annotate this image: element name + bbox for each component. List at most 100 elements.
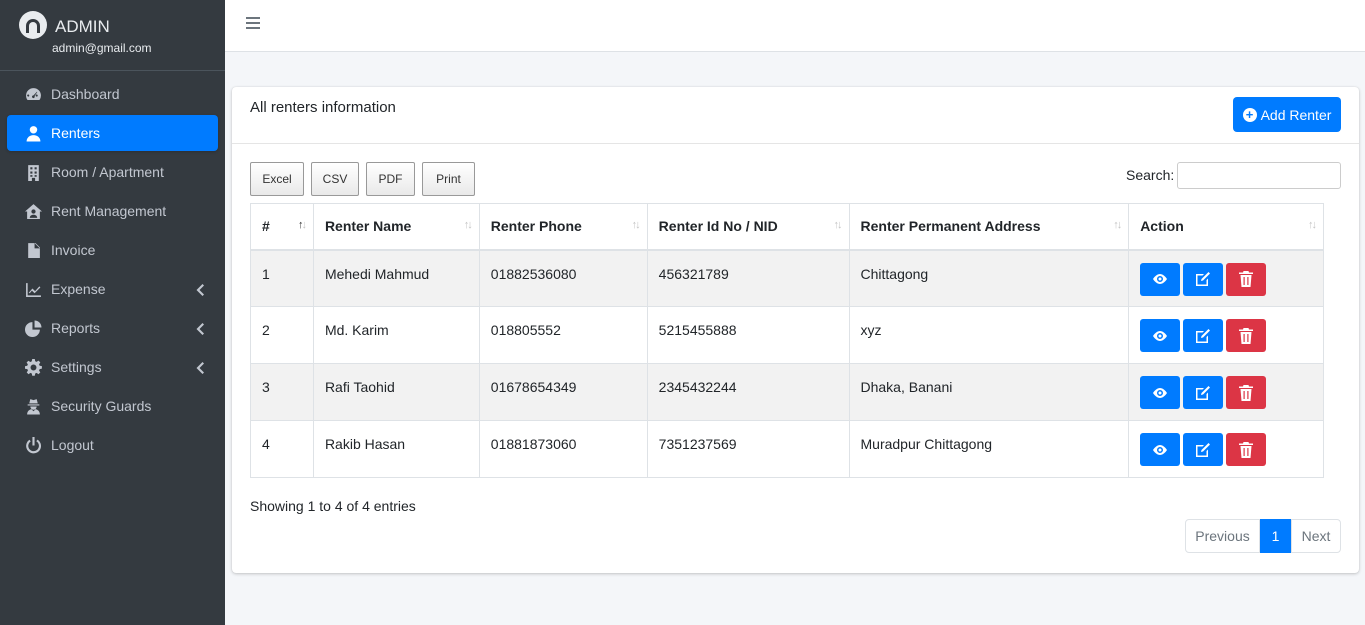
pagination: Previous 1 Next [1185, 519, 1341, 553]
edit-button[interactable] [1183, 319, 1224, 352]
add-renter-button[interactable]: + Add Renter [1233, 97, 1341, 132]
column-header-nid[interactable]: Renter Id No / NID ↑↓ [646, 203, 850, 251]
power-icon [24, 436, 42, 454]
column-header-number[interactable]: # ↑↓ [250, 203, 314, 251]
table-row: 3 Rafi Taohid 01678654349 2345432244 Dha… [250, 363, 1324, 421]
sidebar-nav: Dashboard Renters Room / Apartment Rent … [7, 76, 218, 466]
sidebar-item-label: Dashboard [51, 86, 120, 102]
avatar [19, 11, 47, 39]
cell-nid: 2345432244 [646, 363, 850, 421]
sidebar-item-expense[interactable]: Expense [7, 271, 218, 307]
cell-name: Md. Karim [312, 306, 480, 364]
sidebar-item-reports[interactable]: Reports [7, 310, 218, 346]
edit-button[interactable] [1183, 262, 1224, 296]
sidebar-item-label: Invoice [51, 242, 96, 258]
sidebar-item-renters[interactable]: Renters [7, 115, 218, 151]
view-button[interactable] [1140, 319, 1181, 352]
table-row: 1 Mehedi Mahmud 01882536080 456321789 Ch… [250, 249, 1324, 307]
chevron-left-icon [196, 361, 204, 374]
plus-circle-icon: + [1242, 107, 1257, 122]
column-header-action[interactable]: Action ↑↓ [1128, 203, 1324, 251]
sort-icon: ↑↓ [463, 219, 473, 231]
sidebar-item-label: Reports [51, 320, 101, 336]
sidebar-item-security-guards[interactable]: Security Guards [7, 388, 218, 424]
cell-phone: 01882536080 [478, 249, 648, 307]
csv-button[interactable]: CSV [311, 162, 359, 196]
trash-icon [1239, 384, 1254, 401]
cell-actions [1128, 249, 1324, 307]
next-page-button[interactable]: Next [1291, 519, 1341, 553]
chart-pie-icon [24, 319, 42, 337]
sort-icon: ↑↓ [1113, 219, 1122, 231]
user-secret-icon [24, 397, 42, 415]
sort-icon: ↑↓ [833, 219, 843, 231]
eye-icon [1153, 330, 1168, 341]
view-button[interactable] [1140, 376, 1181, 409]
sidebar-item-dashboard[interactable]: Dashboard [7, 76, 218, 112]
excel-button[interactable]: Excel [250, 162, 304, 196]
cell-actions [1128, 420, 1324, 478]
cell-number: 1 [250, 249, 314, 307]
file-invoice-icon [24, 241, 42, 259]
table-header-row: # ↑↓ Renter Name ↑↓ Renter Phone ↑↓ Renter … [250, 203, 1324, 251]
hamburger-menu-icon[interactable] [246, 17, 260, 31]
view-button[interactable] [1140, 262, 1181, 296]
renters-table: # ↑↓ Renter Name ↑↓ Renter Phone ↑↓ Renter … [250, 203, 1324, 478]
page-1-button[interactable]: 1 [1260, 519, 1291, 553]
chevron-left-icon [196, 322, 204, 335]
cell-actions [1128, 363, 1324, 421]
sidebar-item-label: Rent Management [51, 203, 167, 219]
gear-icon [24, 358, 42, 376]
trash-icon [1239, 271, 1254, 287]
cell-address: Dhaka, Banani [848, 363, 1130, 421]
edit-icon [1196, 385, 1211, 400]
top-navbar [225, 0, 1365, 52]
sidebar-item-invoice[interactable]: Invoice [7, 232, 218, 268]
card-header: All renters information + Add Renter [232, 87, 1359, 144]
cell-address: xyz [848, 306, 1130, 364]
edit-button[interactable] [1183, 376, 1224, 409]
user-name: ADMIN [55, 17, 110, 36]
cell-number: 3 [250, 363, 314, 421]
edit-icon [1196, 272, 1211, 286]
delete-button[interactable] [1226, 319, 1267, 352]
cell-name: Rafi Taohid [312, 363, 480, 421]
cell-number: 2 [250, 306, 314, 364]
edit-icon [1196, 328, 1211, 343]
cell-address: Chittagong [848, 249, 1130, 307]
sidebar-item-rent-management[interactable]: Rent Management [7, 193, 218, 229]
column-header-address[interactable]: Renter Permanent Address ↑↓ [848, 203, 1130, 251]
sidebar-item-settings[interactable]: Settings [7, 349, 218, 385]
cell-phone: 018805552 [478, 306, 648, 364]
sort-asc-icon: ↑↓ [297, 219, 307, 231]
sort-icon: ↑↓ [631, 219, 641, 231]
delete-button[interactable] [1226, 433, 1267, 466]
sidebar-item-label: Room / Apartment [51, 164, 164, 180]
eye-icon [1153, 444, 1168, 455]
edit-icon [1196, 442, 1211, 457]
cell-name: Mehedi Mahmud [312, 249, 480, 307]
trash-icon [1239, 441, 1254, 458]
chevron-left-icon [196, 283, 204, 296]
edit-button[interactable] [1183, 433, 1224, 466]
sidebar-item-logout[interactable]: Logout [7, 427, 218, 463]
search-input[interactable] [1177, 162, 1341, 189]
cell-phone: 01881873060 [478, 420, 648, 478]
view-button[interactable] [1140, 433, 1181, 466]
cell-name: Rakib Hasan [312, 420, 480, 478]
delete-button[interactable] [1226, 262, 1267, 296]
table-row: 4 Rakib Hasan 01881873060 7351237569 Mur… [250, 420, 1324, 478]
tachometer-icon [24, 85, 42, 103]
sidebar-item-label: Security Guards [51, 398, 152, 414]
sidebar: ADMIN admin@gmail.com Dashboard Renters … [0, 0, 225, 625]
cell-actions [1128, 306, 1324, 364]
pdf-button[interactable]: PDF [366, 162, 415, 196]
sidebar-item-room-apartment[interactable]: Room / Apartment [7, 154, 218, 190]
print-button[interactable]: Print [422, 162, 475, 196]
delete-button[interactable] [1226, 376, 1267, 409]
column-header-name[interactable]: Renter Name ↑↓ [312, 203, 480, 251]
column-header-phone[interactable]: Renter Phone ↑↓ [478, 203, 648, 251]
previous-page-button[interactable]: Previous [1185, 519, 1260, 553]
house-user-icon [24, 202, 42, 220]
user-icon [24, 124, 42, 142]
